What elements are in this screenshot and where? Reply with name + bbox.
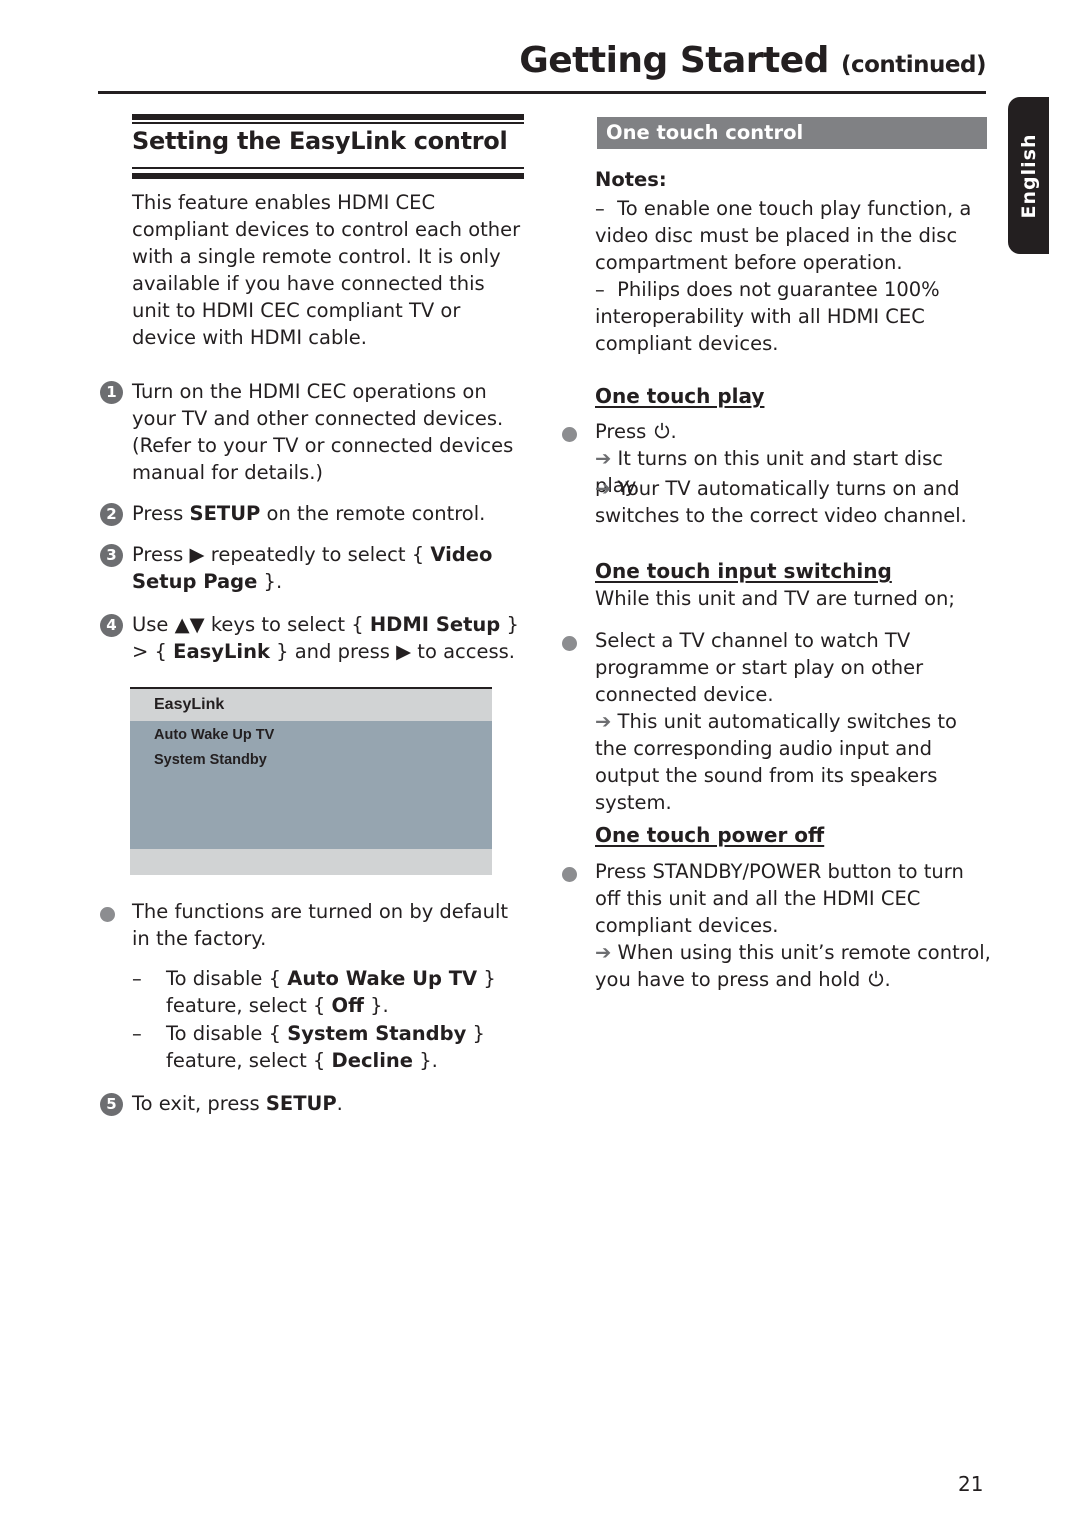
bullet-dot-icon	[562, 427, 577, 442]
step-number-badge: 4	[100, 614, 123, 637]
key-label-setup: SETUP	[189, 502, 261, 525]
language-tab: English	[1008, 97, 1049, 254]
input-switching-bullet: Select a TV channel to watch TV programm…	[562, 627, 992, 816]
right-arrow-key-icon: ▶	[189, 543, 205, 566]
section-rule	[132, 114, 524, 120]
default-note-bullet: The functions are turned on by default i…	[100, 898, 530, 952]
menu-header: EasyLink	[130, 689, 492, 721]
result-arrow-icon: ➔	[595, 941, 612, 964]
step-number-badge: 5	[100, 1093, 123, 1116]
disable-system-standby-item: – To disable { System Standby } feature,…	[132, 1022, 485, 1072]
step-3: 3 Press ▶ repeatedly to select { Video S…	[100, 541, 530, 595]
step-number-badge: 2	[100, 503, 123, 526]
step-text: Press ▶ repeatedly to select { Video Set…	[132, 543, 493, 593]
page-title: Getting Started (continued)	[519, 40, 986, 81]
step-text: Press SETUP on the remote control.	[132, 502, 486, 525]
power-icon	[868, 970, 883, 987]
step-number-badge: 1	[100, 381, 123, 404]
step-text: To exit, press SETUP.	[132, 1092, 343, 1115]
section-heading-easylink: Setting the EasyLink control	[132, 127, 508, 155]
step-1: 1 Turn on the HDMI CEC operations on you…	[100, 378, 530, 486]
input-switching-lead: While this unit and TV are turned on;	[595, 587, 955, 610]
right-arrow-key-icon: ▶	[396, 640, 412, 663]
dash-icon: –	[132, 1022, 142, 1045]
intro-paragraph: This feature enables HDMI CEC compliant …	[132, 191, 521, 349]
power-off-bullet: Press STANDBY/POWER button to turn off t…	[562, 858, 992, 993]
result-arrow-icon: ➔	[595, 447, 612, 470]
notes-heading: Notes:	[595, 168, 667, 191]
subheading-one-touch-power-off: One touch power off	[595, 823, 825, 847]
up-down-keys-icon: ▲▼	[174, 613, 205, 636]
menu-item-system-standby: System Standby	[154, 752, 267, 768]
dash-icon: –	[132, 967, 142, 990]
step-text: Turn on the HDMI CEC operations on your …	[132, 380, 514, 484]
disable-auto-wake-item: – To disable { Auto Wake Up TV } feature…	[132, 967, 496, 1017]
subheading-one-touch-input-switching: One touch input switching	[595, 559, 892, 583]
one-touch-play-result: ➔ Your TV automatically turns on and swi…	[595, 477, 967, 527]
subheading-one-touch-play: One touch play	[595, 384, 765, 408]
page-title-suffix: (continued)	[840, 52, 987, 78]
step-4: 4 Use ▲▼ keys to select { HDMI Setup } >…	[100, 611, 530, 665]
step-2: 2 Press SETUP on the remote control.	[100, 500, 530, 527]
menu-item-auto-wake-up-tv: Auto Wake Up TV	[154, 727, 275, 743]
page-number: 21	[958, 1472, 984, 1496]
step-text: Use ▲▼ keys to select { HDMI Setup } > {…	[132, 613, 519, 663]
note-item: – Philips does not guarantee 100% intero…	[595, 278, 940, 355]
page-title-text: Getting Started	[519, 40, 829, 81]
menu-body: Auto Wake Up TV System Standby	[130, 721, 492, 849]
section-heading-one-touch-control: One touch control	[597, 117, 987, 149]
section-rule	[132, 122, 524, 124]
section-rule	[132, 173, 524, 179]
step-number-badge: 3	[100, 544, 123, 567]
title-divider	[98, 91, 986, 94]
result-arrow-icon: ➔	[595, 710, 612, 733]
bullet-dot-icon	[562, 636, 577, 651]
note-item: – To enable one touch play function, a v…	[595, 197, 972, 274]
result-arrow-icon: ➔	[595, 477, 612, 500]
notes-list: – To enable one touch play function, a v…	[595, 195, 990, 357]
menu-footer	[130, 849, 492, 875]
step-5: 5 To exit, press SETUP.	[100, 1090, 530, 1117]
bullet-dot-icon	[562, 867, 577, 882]
power-icon	[654, 422, 669, 439]
bullet-dot-icon	[100, 907, 115, 922]
easylink-menu-screenshot: EasyLink Auto Wake Up TV System Standby	[130, 687, 492, 875]
section-rule	[132, 167, 524, 169]
language-tab-label: English	[1017, 133, 1040, 218]
